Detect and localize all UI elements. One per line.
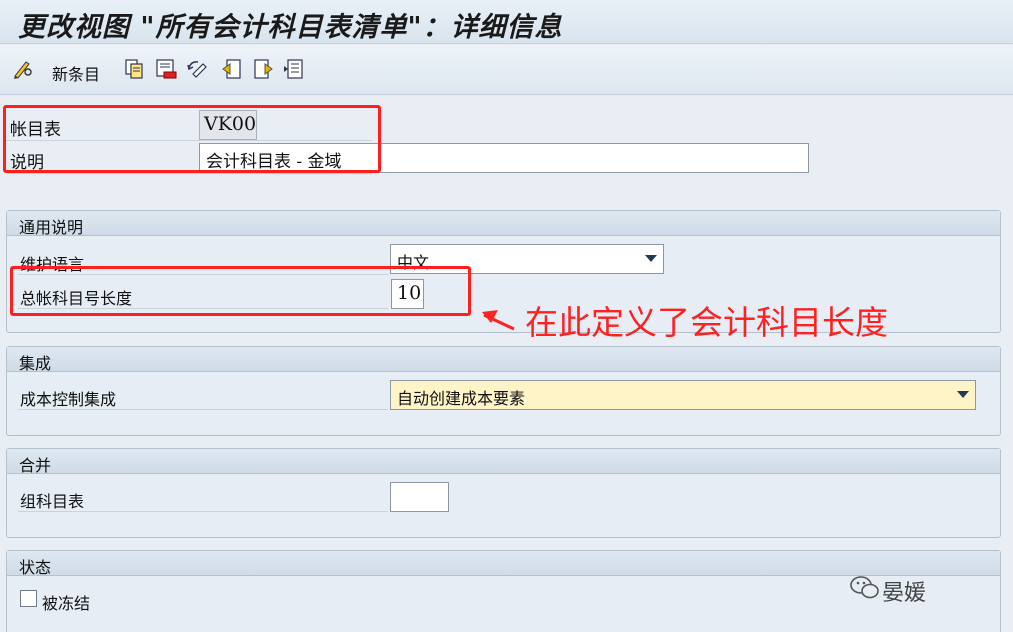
application-toolbar: 新条目 — [0, 45, 1013, 95]
co-integration-value: 自动创建成本要素 — [397, 389, 526, 408]
annotation-box-gl-length — [10, 266, 471, 316]
co-integration-row: 成本控制集成 — [18, 380, 388, 410]
next-entry-icon[interactable] — [252, 58, 274, 80]
undo-change-icon[interactable] — [187, 58, 209, 80]
co-integration-label: 成本控制集成 — [20, 390, 117, 409]
copy-as-icon[interactable] — [123, 58, 145, 80]
delete-icon[interactable] — [155, 58, 177, 80]
consolidation-group-title: 合并 — [7, 449, 1000, 475]
co-integration-dropdown[interactable]: 自动创建成本要素 — [390, 380, 976, 410]
group-coa-label: 组科目表 — [20, 492, 85, 511]
blocked-checkbox[interactable] — [20, 590, 37, 607]
annotation-box-header — [3, 105, 381, 173]
new-entries-button[interactable]: 新条目 — [52, 61, 100, 85]
general-group-title: 通用说明 — [7, 211, 1000, 237]
blocked-label: 被冻结 — [42, 594, 91, 613]
sap-screen: 更改视图 "所有会计科目表清单"：详细信息 新条目 帐目表 VK00 说明 会计… — [0, 0, 1013, 632]
window-title: 更改视图 "所有会计科目表清单"：详细信息 — [18, 12, 563, 43]
group-coa-row: 组科目表 — [18, 482, 388, 512]
annotation-text: 在此定义了会计科目长度 — [525, 303, 888, 342]
title-bar: 更改视图 "所有会计科目表清单"：详细信息 — [0, 0, 1013, 44]
pencil-glasses-icon[interactable] — [12, 58, 34, 80]
annotation-arrow-icon — [482, 310, 515, 331]
watermark-text: 晏媛 — [882, 581, 927, 606]
group-coa-input[interactable] — [390, 482, 449, 512]
dropdown-arrow-icon[interactable] — [645, 255, 657, 262]
select-list-icon[interactable] — [283, 58, 305, 80]
dropdown-arrow-icon[interactable] — [957, 391, 969, 398]
status-group-title: 状态 — [7, 551, 1000, 577]
integration-group-title: 集成 — [7, 347, 1000, 373]
previous-entry-icon[interactable] — [221, 58, 243, 80]
wechat-icon — [850, 576, 879, 599]
